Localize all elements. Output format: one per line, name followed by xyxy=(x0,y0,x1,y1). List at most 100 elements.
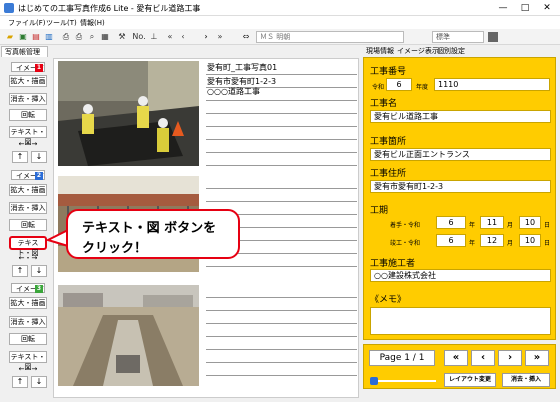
text-figure-button-2[interactable]: テキスト・図 xyxy=(9,236,47,257)
work-place-field[interactable]: 愛有ビル正面エントランス xyxy=(370,148,551,161)
zoom-slider-track[interactable] xyxy=(378,380,436,382)
erase-insert-button-3[interactable]: 消去・挿入 xyxy=(9,316,47,328)
text-figure-button-1[interactable]: テキスト・図 xyxy=(9,126,47,146)
first-page-button[interactable]: « xyxy=(444,350,468,366)
minimize-button[interactable]: — xyxy=(492,1,514,15)
menu-bar: ファイル(F) ツール(T) 情報(H) xyxy=(0,16,560,29)
next-icon[interactable]: › xyxy=(200,31,212,43)
zoom-icon[interactable]: ⌕ xyxy=(86,31,98,43)
caption-line-1: 愛有町_工事写真01 xyxy=(207,63,278,72)
period-label: 工期 xyxy=(370,206,389,216)
enlarge-button-1[interactable]: 拡大・描画 xyxy=(9,75,47,87)
up-button-3[interactable]: ↑ xyxy=(12,376,28,388)
menu-tools[interactable]: ツール(T) xyxy=(46,18,77,28)
year-suffix-label: 年度 xyxy=(416,84,429,91)
arrows-button-2[interactable]: ←・→ xyxy=(8,253,48,263)
end-month-unit: 月 xyxy=(507,240,514,247)
font-style-select[interactable]: 標準 xyxy=(432,31,484,43)
caption-area-3[interactable] xyxy=(206,285,357,390)
title-bar: はじめての工事写真作成6 Lite - 愛有ビル道路工事 — □ ✕ xyxy=(0,0,560,16)
next-page-button[interactable]: › xyxy=(498,350,522,366)
toolbar: ▰ ▣ ▤ ▥ ⎙ ⎙ ⌕ ▦ ⚒ No. ⊥ « ‹ › » ⇔ ＭＳ 明朝 … xyxy=(0,29,560,45)
prev-icon[interactable]: ‹ xyxy=(177,31,189,43)
up-button-1[interactable]: ↑ xyxy=(12,151,28,163)
move-icon[interactable]: ⇔ xyxy=(240,31,252,43)
wrench-icon[interactable]: ⚒ xyxy=(116,31,128,43)
work-no-label: 工事番号 xyxy=(370,67,407,77)
work-number-field[interactable]: 1110 xyxy=(434,78,550,91)
color-icon[interactable] xyxy=(488,32,498,42)
start-month-field[interactable]: 11 xyxy=(480,216,504,229)
down-button-2[interactable]: ↓ xyxy=(31,265,47,277)
close-button[interactable]: ✕ xyxy=(536,1,558,15)
callout-line-2: クリック！ xyxy=(82,241,148,256)
tab-image-display[interactable]: イメージ表示 xyxy=(397,46,439,56)
start-year-unit: 年 xyxy=(469,222,476,229)
last-icon[interactable]: » xyxy=(214,31,226,43)
up-button-2[interactable]: ↑ xyxy=(12,265,28,277)
rotate-button-3[interactable]: 回転 xyxy=(9,333,47,345)
menu-info[interactable]: 情報(H) xyxy=(80,18,105,28)
end-era-label: ・令和 xyxy=(402,240,421,247)
callout-line-1: テキスト・図 ボタンを xyxy=(82,221,217,236)
image-section-3: イメージ 3 xyxy=(11,283,45,293)
site-info-panel: 工事番号 令和 6 年度 1110 工事名 愛有ビル道路工事 工事箇所 愛有ビル… xyxy=(363,57,556,340)
erase-insert-button-2[interactable]: 消去・挿入 xyxy=(9,202,47,214)
first-icon[interactable]: « xyxy=(164,31,176,43)
maximize-button[interactable]: □ xyxy=(514,1,536,15)
delete-icon[interactable]: ▥ xyxy=(43,31,55,43)
zoom-slider-thumb[interactable] xyxy=(370,377,378,385)
erase-insert-page-button[interactable]: 消去・挿入 xyxy=(502,373,550,387)
app-icon xyxy=(4,3,14,13)
end-month-field[interactable]: 12 xyxy=(480,234,504,247)
start-label: 着手 xyxy=(390,222,403,229)
enlarge-button-3[interactable]: 拡大・描画 xyxy=(9,297,47,309)
arrows-button-3[interactable]: ←・→ xyxy=(8,364,48,374)
arrows-button-1[interactable]: ←・→ xyxy=(8,139,48,149)
photo-1[interactable] xyxy=(58,61,199,166)
print-icon[interactable]: ⎙ xyxy=(73,31,85,43)
menu-file[interactable]: ファイル(F) xyxy=(8,18,46,28)
tab-site-info[interactable]: 現場情報 xyxy=(366,46,394,56)
work-name-label: 工事名 xyxy=(370,99,398,109)
last-page-button[interactable]: » xyxy=(525,350,549,366)
work-address-field[interactable]: 愛有市愛有町1-2-3 xyxy=(370,180,551,193)
work-address-label: 工事住所 xyxy=(370,169,407,179)
start-year-field[interactable]: 6 xyxy=(436,216,466,229)
end-year-unit: 年 xyxy=(469,240,476,247)
down-button-1[interactable]: ↓ xyxy=(31,151,47,163)
rotate-button-1[interactable]: 回転 xyxy=(9,109,47,121)
photo-3[interactable] xyxy=(58,285,199,386)
contractor-field[interactable]: ○○建設株式会社 xyxy=(370,269,551,282)
rotate-button-2[interactable]: 回転 xyxy=(9,219,47,231)
year-field[interactable]: 6 xyxy=(386,78,412,91)
image-section-1: イメージ 1 xyxy=(11,62,45,72)
caption-area-1[interactable]: 愛有町_工事写真01 愛有市愛有町1-2-3 ○○○道路工事 xyxy=(206,61,357,171)
font-name-select[interactable]: ＭＳ 明朝 xyxy=(256,31,404,43)
prev-page-button[interactable]: ‹ xyxy=(471,350,495,366)
instruction-callout: テキスト・図 ボタンを クリック！ xyxy=(66,209,240,259)
folder-open-icon[interactable]: ▰ xyxy=(4,31,16,43)
start-day-field[interactable]: 10 xyxy=(519,216,541,229)
text-figure-button-3[interactable]: テキスト・図 xyxy=(9,351,47,371)
end-day-field[interactable]: 10 xyxy=(519,234,541,247)
layout-change-button[interactable]: レイアウト変更 xyxy=(444,373,496,387)
format-icon[interactable]: ⊥ xyxy=(148,31,160,43)
page-nav-panel: Page 1 / 1 « ‹ › » レイアウト変更 消去・挿入 xyxy=(363,344,556,389)
work-name-field[interactable]: 愛有ビル道路工事 xyxy=(370,110,551,123)
numbering-icon[interactable]: No. xyxy=(131,31,147,43)
memo-field[interactable] xyxy=(370,307,551,335)
enlarge-button-2[interactable]: 拡大・描画 xyxy=(9,184,47,196)
printer-icon[interactable]: ▦ xyxy=(99,31,111,43)
erase-insert-button-1[interactable]: 消去・挿入 xyxy=(9,93,47,105)
image-section-2: イメージ 2 xyxy=(11,170,45,180)
end-year-field[interactable]: 6 xyxy=(436,234,466,247)
down-button-3[interactable]: ↓ xyxy=(31,376,47,388)
copy-icon[interactable]: ▤ xyxy=(30,31,42,43)
save-icon[interactable]: ▣ xyxy=(17,31,29,43)
end-day-unit: 日 xyxy=(544,240,551,247)
window-title: はじめての工事写真作成6 Lite - 愛有ビル道路工事 xyxy=(18,4,201,13)
tab-individual-settings[interactable]: 個別設定 xyxy=(437,46,465,56)
tab-photo-manage[interactable]: 写真帳管理 xyxy=(1,46,48,57)
print-preview-icon[interactable]: ⎙ xyxy=(60,31,72,43)
